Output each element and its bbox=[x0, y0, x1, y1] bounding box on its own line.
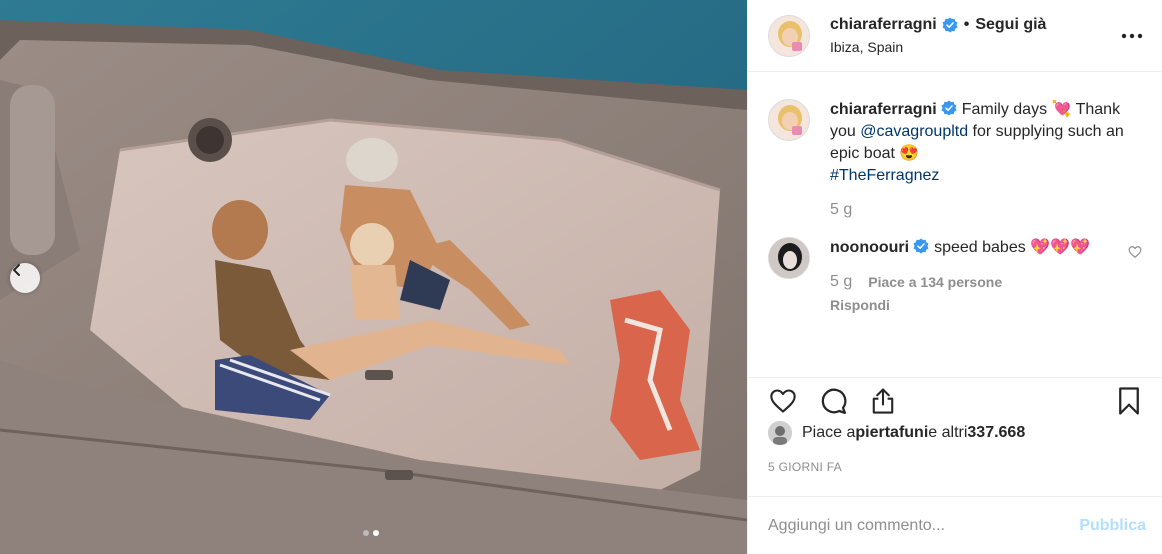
comment-likes[interactable]: Piace a 134 persone bbox=[868, 271, 1002, 293]
heart-icon bbox=[770, 389, 796, 413]
comment-input[interactable] bbox=[768, 516, 1080, 535]
post-photo[interactable] bbox=[0, 0, 747, 554]
comment-bubble-icon bbox=[821, 388, 847, 414]
comment-text: speed babes 💖💖💖 bbox=[934, 239, 1090, 256]
caption-author-avatar[interactable] bbox=[768, 99, 810, 141]
share-icon bbox=[872, 388, 894, 414]
reply-button[interactable]: Rispondi bbox=[830, 294, 1120, 316]
carousel-dot bbox=[363, 530, 369, 536]
caption-body: chiaraferragni Family days 💘 Thank you @… bbox=[830, 99, 1142, 221]
likes-user[interactable]: piertafuni bbox=[855, 424, 928, 442]
publish-button[interactable]: Pubblica bbox=[1079, 517, 1146, 535]
post-header: chiaraferragni • Segui già Ibiza, Spain bbox=[748, 0, 1162, 72]
following-button[interactable]: Segui già bbox=[975, 16, 1046, 34]
comment-body: noonoouri speed babes 💖💖💖 5 g Piace a 13… bbox=[830, 237, 1120, 316]
likes-summary[interactable]: Piace a piertafuni e altri 337.668 bbox=[768, 421, 1025, 445]
caption: chiaraferragni Family days 💘 Thank you @… bbox=[768, 99, 1142, 221]
more-options-button[interactable] bbox=[1120, 24, 1144, 48]
caption-mention-link[interactable]: @cavagroupltd bbox=[860, 123, 968, 140]
add-comment-bar: Pubblica bbox=[748, 496, 1162, 554]
post-timestamp[interactable]: 5 GIORNI FA bbox=[768, 460, 842, 474]
carousel-dot-active bbox=[373, 530, 379, 536]
post-side-panel: chiaraferragni • Segui già Ibiza, Spain bbox=[747, 0, 1162, 554]
bookmark-icon bbox=[1119, 387, 1139, 415]
avatar-image bbox=[769, 238, 809, 278]
carousel-indicator bbox=[363, 530, 379, 536]
comment-time[interactable]: 5 g bbox=[830, 271, 852, 293]
verified-badge-icon bbox=[941, 100, 957, 116]
likes-count[interactable]: 337.668 bbox=[967, 424, 1025, 442]
verified-badge-icon bbox=[942, 17, 958, 33]
carousel-prev-button[interactable] bbox=[10, 263, 40, 293]
author-avatar[interactable] bbox=[768, 14, 810, 57]
post-location[interactable]: Ibiza, Spain bbox=[830, 39, 1120, 55]
likes-prefix: Piace a bbox=[802, 424, 856, 441]
caption-text-block: chiaraferragni Family days 💘 Thank you @… bbox=[830, 99, 1142, 187]
share-button[interactable] bbox=[866, 385, 900, 417]
author-row: chiaraferragni • Segui già bbox=[830, 16, 1120, 34]
action-bar bbox=[748, 377, 1162, 417]
caption-meta: 5 g bbox=[830, 199, 1142, 221]
comment-item: noonoouri speed babes 💖💖💖 5 g Piace a 13… bbox=[768, 237, 1142, 316]
chevron-left-icon bbox=[13, 264, 20, 276]
like-button[interactable] bbox=[766, 385, 800, 417]
header-separator: • bbox=[963, 16, 970, 33]
caption-time[interactable]: 5 g bbox=[830, 199, 852, 221]
boat-photo-illustration bbox=[0, 0, 747, 554]
avatar-image bbox=[769, 100, 809, 140]
author-username[interactable]: chiaraferragni bbox=[830, 16, 937, 34]
comment-username[interactable]: noonoouri bbox=[830, 239, 909, 256]
comments-list: chiaraferragni Family days 💘 Thank you @… bbox=[748, 99, 1162, 316]
comment-meta: 5 g Piace a 134 persone bbox=[830, 271, 1120, 293]
save-button[interactable] bbox=[1112, 385, 1146, 417]
avatar-image bbox=[768, 421, 792, 445]
verified-badge-icon bbox=[913, 238, 929, 254]
caption-hashtag-link[interactable]: #TheFerragnez bbox=[830, 167, 939, 184]
caption-username[interactable]: chiaraferragni bbox=[830, 101, 937, 118]
author-meta: chiaraferragni • Segui già Ibiza, Spain bbox=[830, 16, 1120, 55]
likes-middle: e altri bbox=[928, 424, 968, 441]
avatar-image bbox=[769, 15, 809, 56]
more-dots-icon bbox=[1121, 33, 1143, 38]
comment-like-heart-icon[interactable] bbox=[1128, 245, 1142, 259]
comment-author-avatar[interactable] bbox=[768, 237, 810, 279]
liker-avatar bbox=[768, 421, 792, 445]
comment-text-block: noonoouri speed babes 💖💖💖 bbox=[830, 237, 1120, 259]
comment-button[interactable] bbox=[816, 385, 850, 417]
